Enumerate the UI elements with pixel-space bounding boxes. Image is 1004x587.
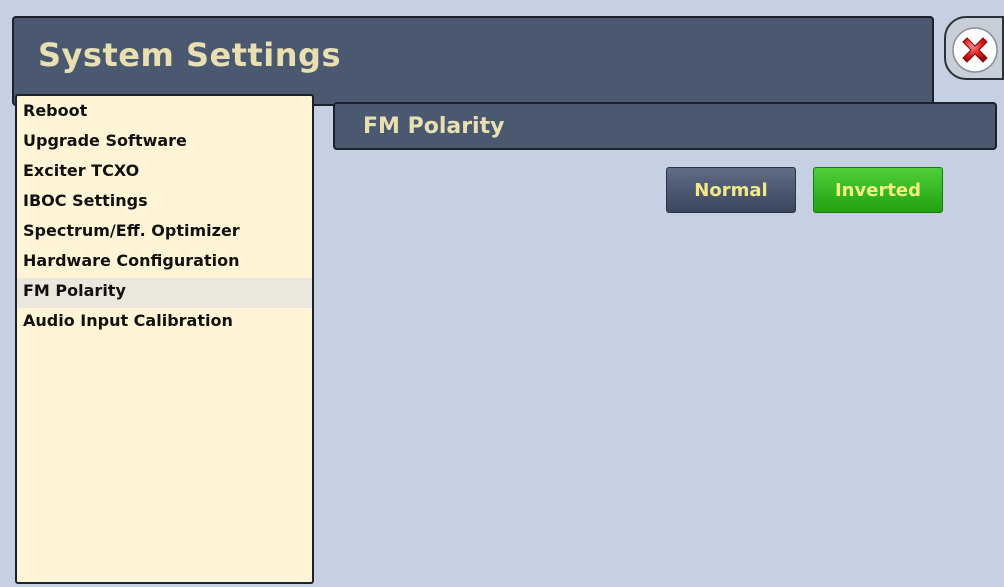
normal-polarity-button[interactable]: Normal <box>666 167 796 213</box>
sidebar-item-iboc-settings[interactable]: IBOC Settings <box>17 188 312 218</box>
sidebar-item-upgrade-software[interactable]: Upgrade Software <box>17 128 312 158</box>
sidebar-item-spectrum-optimizer[interactable]: Spectrum/Eff. Optimizer <box>17 218 312 248</box>
close-icon <box>952 27 998 73</box>
sidebar-item-audio-input-calibration[interactable]: Audio Input Calibration <box>17 308 312 338</box>
page-title: System Settings <box>38 36 341 74</box>
title-bar: System Settings <box>12 16 934 106</box>
sidebar-item-fm-polarity[interactable]: FM Polarity <box>17 278 312 308</box>
sidebar-item-hardware-configuration[interactable]: Hardware Configuration <box>17 248 312 278</box>
sidebar-item-exciter-tcxo[interactable]: Exciter TCXO <box>17 158 312 188</box>
system-settings-screen: System Settings Reboot Upgrade Software … <box>0 0 1004 587</box>
section-title: FM Polarity <box>363 114 505 139</box>
inverted-polarity-button[interactable]: Inverted <box>813 167 943 213</box>
section-header: FM Polarity <box>333 102 997 150</box>
close-button[interactable] <box>944 16 1004 80</box>
settings-menu-list: Reboot Upgrade Software Exciter TCXO IBO… <box>17 98 312 338</box>
settings-menu: Reboot Upgrade Software Exciter TCXO IBO… <box>15 94 314 584</box>
sidebar-item-reboot[interactable]: Reboot <box>17 98 312 128</box>
